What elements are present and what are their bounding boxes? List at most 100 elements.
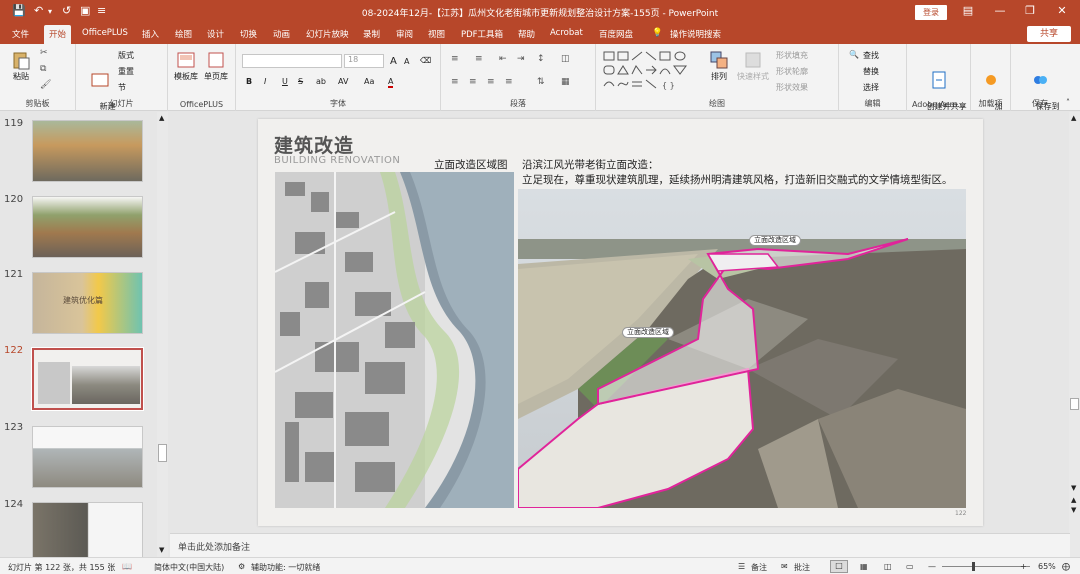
share-button[interactable]: 共享 <box>1027 26 1071 42</box>
tab-slideshow[interactable]: 幻灯片放映 <box>306 28 349 40</box>
scroll-thumb[interactable] <box>158 444 167 462</box>
tab-baidu[interactable]: 百度网盘 <box>599 28 633 40</box>
shrink-font-button[interactable]: A <box>404 57 409 66</box>
scroll-up-icon[interactable]: ▲ <box>1071 114 1076 122</box>
align-center-icon[interactable]: ≡ <box>469 77 477 87</box>
bold-button[interactable]: B <box>246 77 252 86</box>
zoom-in-icon[interactable]: + <box>1020 562 1027 571</box>
shape-outline-button[interactable]: 形状轮廓 <box>776 66 808 77</box>
font-size-field[interactable]: 18 <box>344 54 384 68</box>
login-button[interactable]: 登录 <box>915 5 947 20</box>
section-button[interactable]: 节 <box>118 82 126 93</box>
notes-pane[interactable]: 单击此处添加备注 <box>170 533 1070 557</box>
tab-record[interactable]: 录制 <box>363 28 380 40</box>
text-direction-icon[interactable]: ⇅ <box>537 77 545 87</box>
map-caption[interactable]: 立面改造区域图 <box>434 157 508 172</box>
aerial-photo[interactable] <box>518 189 966 508</box>
present-icon[interactable]: ▣ <box>80 4 90 17</box>
replace-button[interactable]: 替换 <box>863 66 879 77</box>
numbering-icon[interactable]: ≡ <box>475 54 483 64</box>
copy-icon[interactable]: ⧉ <box>40 64 46 74</box>
scroll-up-icon[interactable]: ▲ <box>159 114 164 122</box>
editor-scrollbar[interactable]: ▲ ▼ ▲ ▼ <box>1069 112 1080 557</box>
shadow-button[interactable]: ab <box>316 77 326 86</box>
zoom-level[interactable]: 65% <box>1038 562 1056 571</box>
change-case-button[interactable]: Aa <box>364 77 374 86</box>
slide-title[interactable]: 建筑改造 <box>274 131 354 158</box>
shapes-gallery[interactable]: { } <box>602 50 692 92</box>
justify-icon[interactable]: ≡ <box>505 77 513 87</box>
fit-to-window-icon[interactable]: ⨁ <box>1062 562 1070 571</box>
shape-fill-button[interactable]: 形状填充 <box>776 50 808 61</box>
thumbnail-scrollbar[interactable]: ▲ ▼ <box>157 112 168 557</box>
cut-icon[interactable]: ✂ <box>40 48 48 58</box>
tab-view[interactable]: 视图 <box>428 28 445 40</box>
scroll-down-icon[interactable]: ▼ <box>159 546 164 554</box>
slideshow-icon[interactable]: ▭ <box>906 562 914 571</box>
tab-insert[interactable]: 插入 <box>142 28 159 40</box>
ribbon-display-icon[interactable]: ▤ <box>958 4 978 17</box>
tab-animations[interactable]: 动画 <box>273 28 290 40</box>
decrease-indent-icon[interactable]: ⇤ <box>499 54 507 64</box>
slide-sorter-icon[interactable]: ▦ <box>860 562 868 571</box>
normal-view-icon[interactable]: □ <box>830 560 848 573</box>
next-slide-icon[interactable]: ▼ <box>1071 506 1076 514</box>
restore-icon[interactable]: ❐ <box>1020 4 1040 17</box>
select-button[interactable]: 选择 <box>863 82 879 93</box>
slide-thumbnail-selected[interactable] <box>31 347 144 411</box>
strikethrough-button[interactable]: S <box>298 77 303 86</box>
align-right-icon[interactable]: ≡ <box>487 77 495 87</box>
slide-thumbnail[interactable] <box>32 426 143 488</box>
slide-subtitle[interactable]: BUILDING RENOVATION <box>274 155 400 166</box>
map-image[interactable] <box>275 172 514 508</box>
paste-button[interactable]: 粘贴 <box>8 50 34 82</box>
save-icon[interactable]: 💾 <box>12 4 26 17</box>
tab-officeplus[interactable]: OfficePLUS <box>82 28 128 38</box>
slide-heading[interactable]: 沿滨江风光带老街立面改造： <box>522 157 659 172</box>
zoom-out-icon[interactable]: — <box>928 562 936 571</box>
increase-indent-icon[interactable]: ⇥ <box>517 54 525 64</box>
arrange-button[interactable]: 排列 <box>706 50 732 82</box>
columns-icon[interactable]: ◫ <box>561 54 570 64</box>
tab-file[interactable]: 文件 <box>12 28 29 40</box>
template-library-button[interactable]: 模板库 <box>172 50 200 82</box>
notes-toggle[interactable]: 备注 <box>751 562 767 573</box>
zoom-slider-thumb[interactable] <box>972 562 975 571</box>
bullets-icon[interactable]: ≡ <box>451 54 459 64</box>
zoom-slider-track[interactable] <box>942 566 1030 567</box>
shape-effect-button[interactable]: 形状效果 <box>776 82 808 93</box>
tab-acrobat[interactable]: Acrobat <box>550 28 583 38</box>
char-spacing-button[interactable]: AV <box>338 77 348 86</box>
format-painter-icon[interactable]: 🖌 <box>40 80 51 90</box>
reset-button[interactable]: 重置 <box>118 66 134 77</box>
find-button[interactable]: 查找 <box>863 50 879 61</box>
single-page-library-button[interactable]: 单页库 <box>202 50 230 82</box>
region-label[interactable]: 立面改造区域 <box>622 327 674 338</box>
collapse-ribbon-icon[interactable]: ˄ <box>1066 98 1070 107</box>
undo-icon[interactable]: ↶ <box>34 4 43 17</box>
quick-styles-button[interactable]: 快速样式 <box>736 50 770 82</box>
tab-help[interactable]: 帮助 <box>518 28 535 40</box>
tab-design[interactable]: 设计 <box>207 28 224 40</box>
minimize-icon[interactable]: — <box>990 4 1010 17</box>
smartart-icon[interactable]: ▦ <box>561 77 570 87</box>
clear-format-icon[interactable]: ⌫ <box>420 56 431 65</box>
comments-toggle[interactable]: 批注 <box>794 562 810 573</box>
region-label[interactable]: 立面改造区域 <box>749 235 801 246</box>
undo-dropdown-icon[interactable]: ▾ <box>48 7 52 16</box>
tab-review[interactable]: 审阅 <box>396 28 413 40</box>
slide-body[interactable]: 立足现在，尊重现状建筑肌理，延续扬州明清建筑风格，打造新旧交融式的文学情境型街区… <box>522 172 977 187</box>
font-name-field[interactable] <box>242 54 342 68</box>
underline-button[interactable]: U <box>282 77 288 86</box>
accessibility-status[interactable]: 辅助功能: 一切就绪 <box>251 562 320 573</box>
slide-canvas[interactable]: 建筑改造 BUILDING RENOVATION 立面改造区域图 沿滨江风光带老… <box>258 119 983 526</box>
line-spacing-icon[interactable]: ↕ <box>537 54 545 64</box>
scroll-thumb[interactable] <box>1070 398 1079 410</box>
tab-home[interactable]: 开始 <box>44 25 72 44</box>
font-color-button[interactable]: A <box>388 77 394 88</box>
slide-thumbnail[interactable]: 建筑优化篇 <box>32 272 143 334</box>
italic-button[interactable]: I <box>264 77 266 86</box>
tab-draw[interactable]: 绘图 <box>175 28 192 40</box>
tell-me-search[interactable]: 操作说明搜索 <box>670 28 721 40</box>
customize-qat-icon[interactable]: ≡ <box>97 4 106 17</box>
